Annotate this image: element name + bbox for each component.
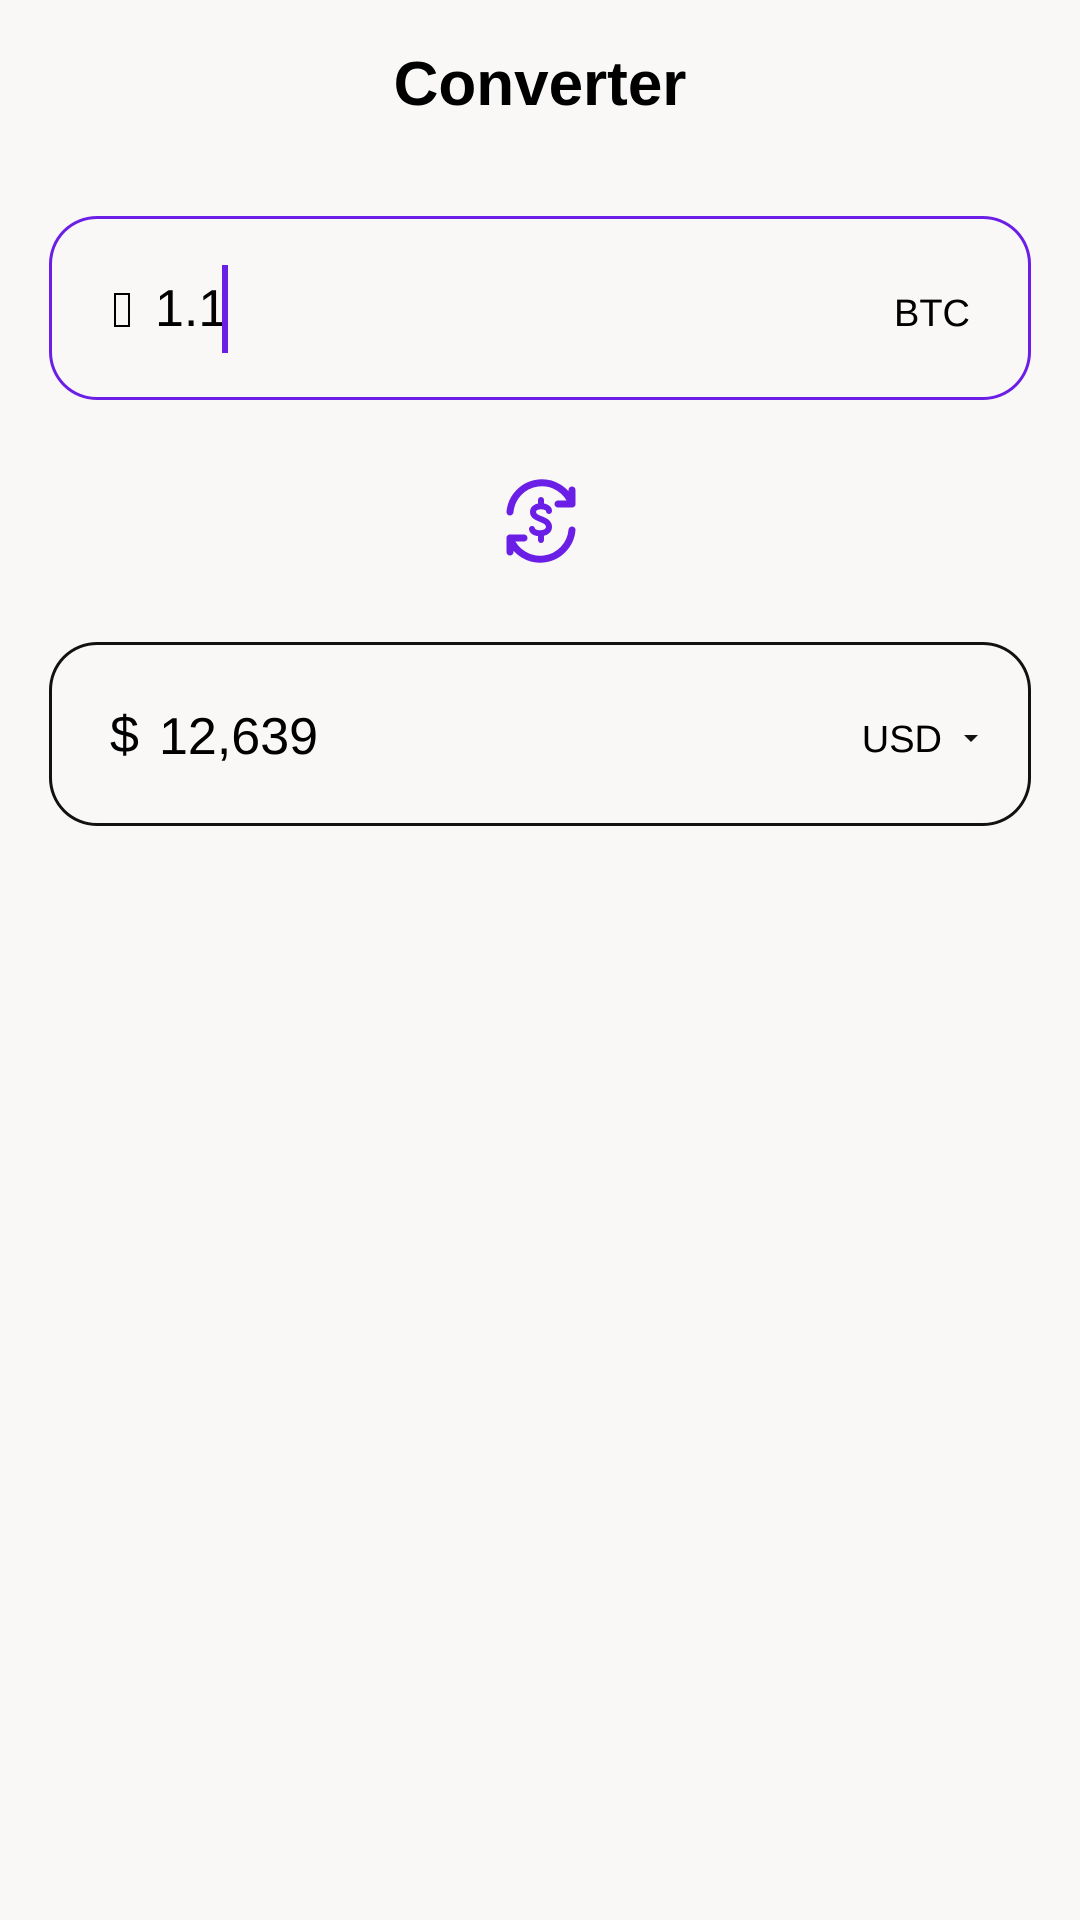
converter-screen: Converter 1.1 BTC $ 12,639 USD [0,0,1080,1920]
text-cursor [222,265,228,353]
btc-currency-label: BTC [894,293,970,335]
usd-amount-field[interactable]: $ 12,639 USD [49,642,1031,826]
btc-amount-value[interactable]: 1.1 [155,283,227,335]
dropdown-arrow-icon[interactable] [964,735,978,742]
usd-symbol: $ [110,706,139,764]
usd-currency-selector[interactable]: USD [862,721,942,759]
page-title: Converter [393,50,687,119]
btc-symbol-icon [114,293,130,327]
usd-amount-value: 12,639 [159,708,319,766]
btc-amount-field[interactable]: 1.1 BTC [49,216,1031,400]
currency-exchange-icon[interactable] [496,476,586,566]
